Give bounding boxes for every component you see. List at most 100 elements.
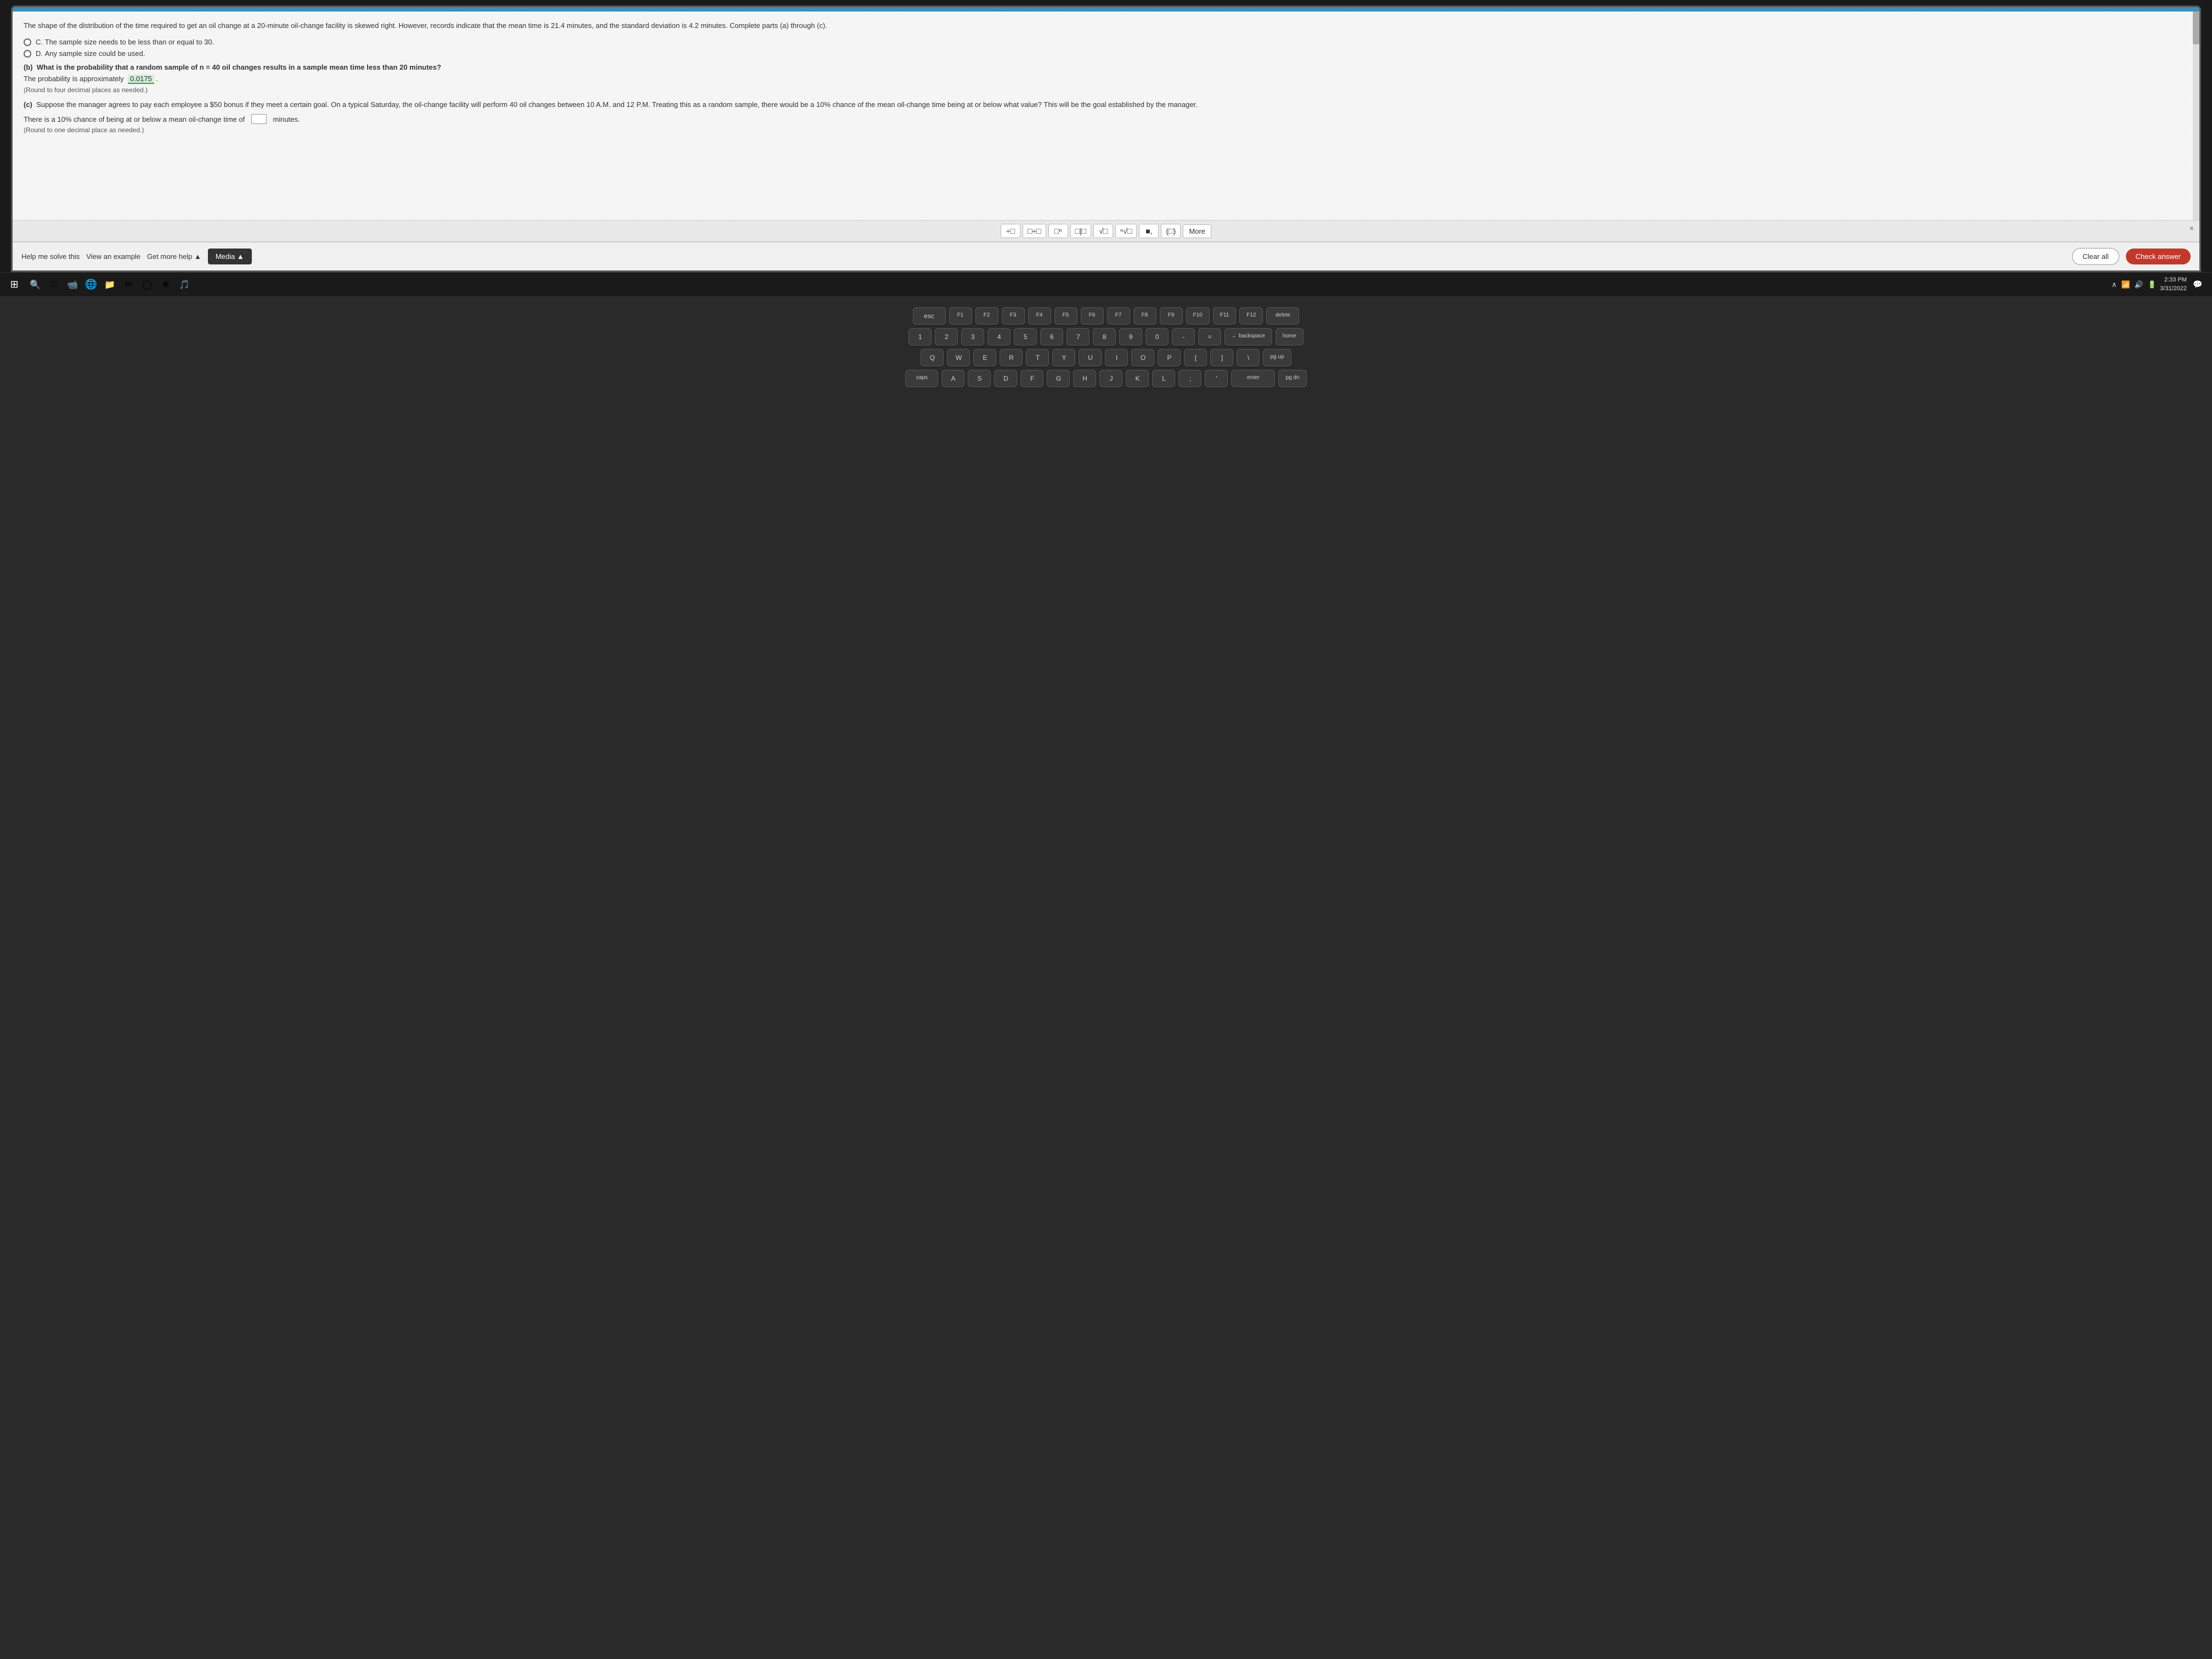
media-button[interactable]: Media ▲	[208, 249, 252, 264]
key-pgup[interactable]: pg up	[1263, 349, 1291, 366]
dropbox-icon[interactable]: ❋	[158, 277, 173, 292]
math-btn-nthroot[interactable]: ⁿ√□	[1115, 224, 1137, 238]
key-7[interactable]: 7	[1066, 328, 1090, 346]
key-f2[interactable]: F2	[975, 307, 998, 325]
option-d[interactable]: D. Any sample size could be used.	[24, 49, 2188, 58]
key-f12[interactable]: F12	[1239, 307, 1263, 325]
key-k[interactable]: K	[1126, 370, 1149, 387]
key-semicolon[interactable]: ;	[1178, 370, 1201, 387]
start-button[interactable]: ⊞	[7, 277, 22, 292]
taskbar-time-display: 2:33 PM	[2160, 276, 2187, 284]
key-f11[interactable]: F11	[1213, 307, 1237, 325]
math-btn-abs[interactable]: □|□	[1070, 224, 1092, 238]
key-f9[interactable]: F9	[1160, 307, 1183, 325]
key-5[interactable]: 5	[1014, 328, 1037, 346]
edge-icon[interactable]: 🌐	[83, 277, 99, 292]
chevron-up-icon[interactable]: ∧	[2112, 280, 2117, 289]
part-c-input[interactable]	[251, 114, 267, 124]
wifi-icon[interactable]: 📶	[2121, 280, 2130, 289]
key-f[interactable]: F	[1020, 370, 1043, 387]
digit-row: 1 2 3 4 5 6 7 8 9 0 - = ← backspace home	[16, 328, 2196, 346]
key-3[interactable]: 3	[961, 328, 984, 346]
key-pgdn[interactable]: pg dn	[1278, 370, 1306, 387]
scrollbar[interactable]	[2193, 12, 2199, 220]
key-home[interactable]: home	[1276, 328, 1304, 346]
teams-icon[interactable]: 📹	[65, 277, 80, 292]
key-lbracket[interactable]: [	[1184, 349, 1207, 366]
key-i[interactable]: I	[1105, 349, 1128, 366]
key-4[interactable]: 4	[988, 328, 1011, 346]
keyboard: esc F1 F2 F3 F4 F5 F6 F7 F8 F9 F10 F11 F…	[0, 296, 2212, 1659]
key-f1[interactable]: F1	[949, 307, 972, 325]
taskbar-clock[interactable]: 2:33 PM 3/31/2022	[2160, 276, 2187, 293]
key-o[interactable]: O	[1131, 349, 1154, 366]
taskview-icon[interactable]: □	[46, 277, 61, 292]
key-j[interactable]: J	[1099, 370, 1122, 387]
key-f10[interactable]: F10	[1186, 307, 1210, 325]
radio-d[interactable]	[24, 50, 31, 58]
close-toolbar-button[interactable]: ×	[2190, 224, 2194, 233]
part-c-question: (c) Suppose the manager agrees to pay ea…	[24, 99, 2188, 110]
key-f7[interactable]: F7	[1107, 307, 1130, 325]
math-btn-dot[interactable]: ■,	[1139, 224, 1159, 238]
key-f6[interactable]: F6	[1081, 307, 1104, 325]
key-esc[interactable]: esc	[913, 307, 946, 325]
scrollbar-thumb[interactable]	[2193, 12, 2199, 44]
key-s[interactable]: S	[968, 370, 991, 387]
battery-icon[interactable]: 🔋	[2148, 280, 2157, 289]
view-example-button[interactable]: View an example	[86, 252, 140, 261]
key-minus[interactable]: -	[1172, 328, 1195, 346]
key-equals[interactable]: =	[1198, 328, 1221, 346]
key-8[interactable]: 8	[1093, 328, 1116, 346]
mail-icon[interactable]: ✉	[121, 277, 136, 292]
key-backspace[interactable]: ← backspace	[1224, 328, 1272, 346]
key-g[interactable]: G	[1047, 370, 1070, 387]
key-u[interactable]: U	[1079, 349, 1102, 366]
math-btn-sqrt[interactable]: √□	[1093, 224, 1113, 238]
key-f8[interactable]: F8	[1133, 307, 1156, 325]
help-solve-button[interactable]: Help me solve this	[21, 252, 80, 261]
search-taskbar-icon[interactable]: 🔍	[27, 277, 43, 292]
key-p[interactable]: P	[1158, 349, 1181, 366]
key-6[interactable]: 6	[1040, 328, 1063, 346]
key-1[interactable]: 1	[909, 328, 932, 346]
key-r[interactable]: R	[1000, 349, 1023, 366]
key-9[interactable]: 9	[1119, 328, 1142, 346]
key-0[interactable]: 0	[1146, 328, 1169, 346]
key-delete[interactable]: delete	[1266, 307, 1299, 325]
music-icon[interactable]: 🎵	[177, 277, 192, 292]
key-f4[interactable]: F4	[1028, 307, 1051, 325]
key-q[interactable]: Q	[921, 349, 944, 366]
key-y[interactable]: Y	[1052, 349, 1075, 366]
circle-icon[interactable]: ◯	[139, 277, 155, 292]
key-f5[interactable]: F5	[1054, 307, 1077, 325]
key-quote[interactable]: '	[1205, 370, 1228, 387]
key-t[interactable]: T	[1026, 349, 1049, 366]
radio-c[interactable]	[24, 38, 31, 46]
key-e[interactable]: E	[973, 349, 996, 366]
explorer-icon[interactable]: 📁	[102, 277, 117, 292]
volume-icon[interactable]: 🔊	[2135, 280, 2143, 289]
key-enter[interactable]: enter	[1231, 370, 1275, 387]
key-2[interactable]: 2	[935, 328, 958, 346]
math-btn-frac2[interactable]: □÷□	[1023, 224, 1046, 238]
key-d[interactable]: D	[994, 370, 1017, 387]
clear-all-button[interactable]: Clear all	[2072, 248, 2119, 265]
check-answer-button[interactable]: Check answer	[2126, 249, 2191, 264]
more-button[interactable]: More	[1183, 224, 1211, 238]
notification-icon[interactable]: 💬	[2190, 277, 2205, 292]
key-rbracket[interactable]: ]	[1210, 349, 1233, 366]
laptop-screen: The shape of the distribution of the tim…	[11, 5, 2201, 272]
key-w[interactable]: W	[947, 349, 970, 366]
key-l[interactable]: L	[1152, 370, 1175, 387]
more-help-button[interactable]: Get more help ▲	[147, 252, 201, 261]
key-f3[interactable]: F3	[1002, 307, 1025, 325]
key-backslash[interactable]: \	[1237, 349, 1260, 366]
math-btn-parens[interactable]: (□)	[1161, 224, 1181, 238]
key-caps[interactable]: caps	[905, 370, 938, 387]
math-btn-frac[interactable]: ÷□	[1001, 224, 1020, 238]
key-h[interactable]: H	[1073, 370, 1096, 387]
math-btn-power[interactable]: □ⁿ	[1048, 224, 1068, 238]
option-c[interactable]: C. The sample size needs to be less than…	[24, 38, 2188, 46]
key-a[interactable]: A	[941, 370, 964, 387]
